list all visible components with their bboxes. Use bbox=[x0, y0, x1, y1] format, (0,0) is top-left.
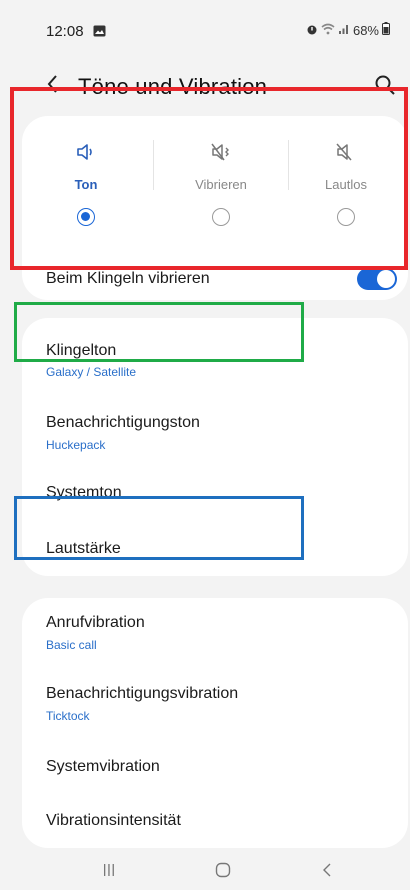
status-time: 12:08 bbox=[46, 23, 84, 40]
sound-mode-radio-vibrieren[interactable] bbox=[212, 208, 230, 226]
notification-vibration-value: Ticktock bbox=[46, 709, 90, 723]
notification-vibration-title: Benachrichtigungsvibration bbox=[46, 685, 239, 702]
system-sound-row[interactable]: Systemton bbox=[46, 484, 122, 502]
notification-sound-value: Huckepack bbox=[46, 438, 106, 452]
volume-row[interactable]: Lautstärke bbox=[46, 540, 121, 558]
ring-vibrate-toggle[interactable] bbox=[357, 268, 397, 290]
sound-mode-radio-lautlos[interactable] bbox=[337, 208, 355, 226]
ring-vibrate-label: Beim Klingeln vibrieren bbox=[46, 270, 210, 287]
sound-mode-option-vibrieren[interactable]: Vibrieren bbox=[157, 116, 285, 266]
gallery-notification-icon bbox=[93, 24, 106, 42]
battery-icon bbox=[382, 22, 390, 38]
sound-mode-radio-ton[interactable] bbox=[77, 208, 95, 226]
sound-mode-option-lautlos[interactable]: Lautlos bbox=[282, 116, 410, 266]
toggle-knob bbox=[377, 270, 395, 288]
back-arrow-icon[interactable] bbox=[44, 73, 62, 100]
navigation-bar bbox=[0, 850, 410, 890]
vibration-intensity-row[interactable]: Vibrationsintensität bbox=[46, 812, 181, 830]
system-sound-title: Systemton bbox=[46, 484, 122, 501]
ring-vibrate-row[interactable]: Beim Klingeln vibrieren bbox=[22, 266, 408, 300]
ringtone-row[interactable]: Klingelton Galaxy / Satellite bbox=[46, 342, 136, 379]
signal-icon bbox=[338, 23, 350, 38]
notification-sound-row[interactable]: Benachrichtigungston Huckepack bbox=[46, 414, 200, 452]
vibration-intensity-title: Vibrationsintensität bbox=[46, 812, 181, 829]
volume-title: Lautstärke bbox=[46, 540, 121, 557]
call-vibration-value: Basic call bbox=[46, 638, 97, 652]
alarm-icon bbox=[306, 23, 318, 38]
back-nav-icon[interactable] bbox=[320, 862, 334, 883]
speaker-muted-icon bbox=[335, 142, 357, 167]
app-header: Töne und Vibration bbox=[0, 66, 410, 110]
call-vibration-row[interactable]: Anrufvibration Basic call bbox=[46, 614, 145, 652]
divider bbox=[153, 140, 154, 190]
sound-mode-label: Vibrieren bbox=[195, 177, 247, 192]
ringtone-title: Klingelton bbox=[46, 342, 117, 359]
notification-sound-title: Benachrichtigungston bbox=[46, 414, 200, 431]
speaker-icon bbox=[75, 142, 97, 167]
vibrate-muted-icon bbox=[210, 142, 232, 167]
notification-vibration-row[interactable]: Benachrichtigungsvibration Ticktock bbox=[46, 685, 238, 723]
system-vibration-title: Systemvibration bbox=[46, 758, 160, 775]
call-vibration-title: Anrufvibration bbox=[46, 614, 145, 631]
status-bar: 12:08 68% bbox=[0, 0, 410, 60]
home-icon[interactable] bbox=[215, 862, 231, 883]
vibration-settings-card: Anrufvibration Basic call Benachrichtigu… bbox=[22, 598, 408, 848]
recent-apps-icon[interactable] bbox=[102, 863, 116, 882]
sound-mode-card: Ton Vibrieren Lautlos bbox=[22, 116, 408, 266]
battery-percentage: 68% bbox=[352, 22, 379, 38]
sound-settings-card: Klingelton Galaxy / Satellite Benachrich… bbox=[22, 318, 408, 576]
wifi-icon bbox=[321, 23, 335, 38]
sound-mode-label: Ton bbox=[74, 177, 98, 192]
ringtone-value: Galaxy / Satellite bbox=[46, 365, 137, 379]
sound-mode-label: Lautlos bbox=[325, 177, 367, 192]
search-icon[interactable] bbox=[374, 74, 396, 101]
sound-mode-option-ton[interactable]: Ton bbox=[22, 116, 150, 266]
system-vibration-row[interactable]: Systemvibration bbox=[46, 758, 160, 776]
page-title: Töne und Vibration bbox=[78, 74, 268, 99]
